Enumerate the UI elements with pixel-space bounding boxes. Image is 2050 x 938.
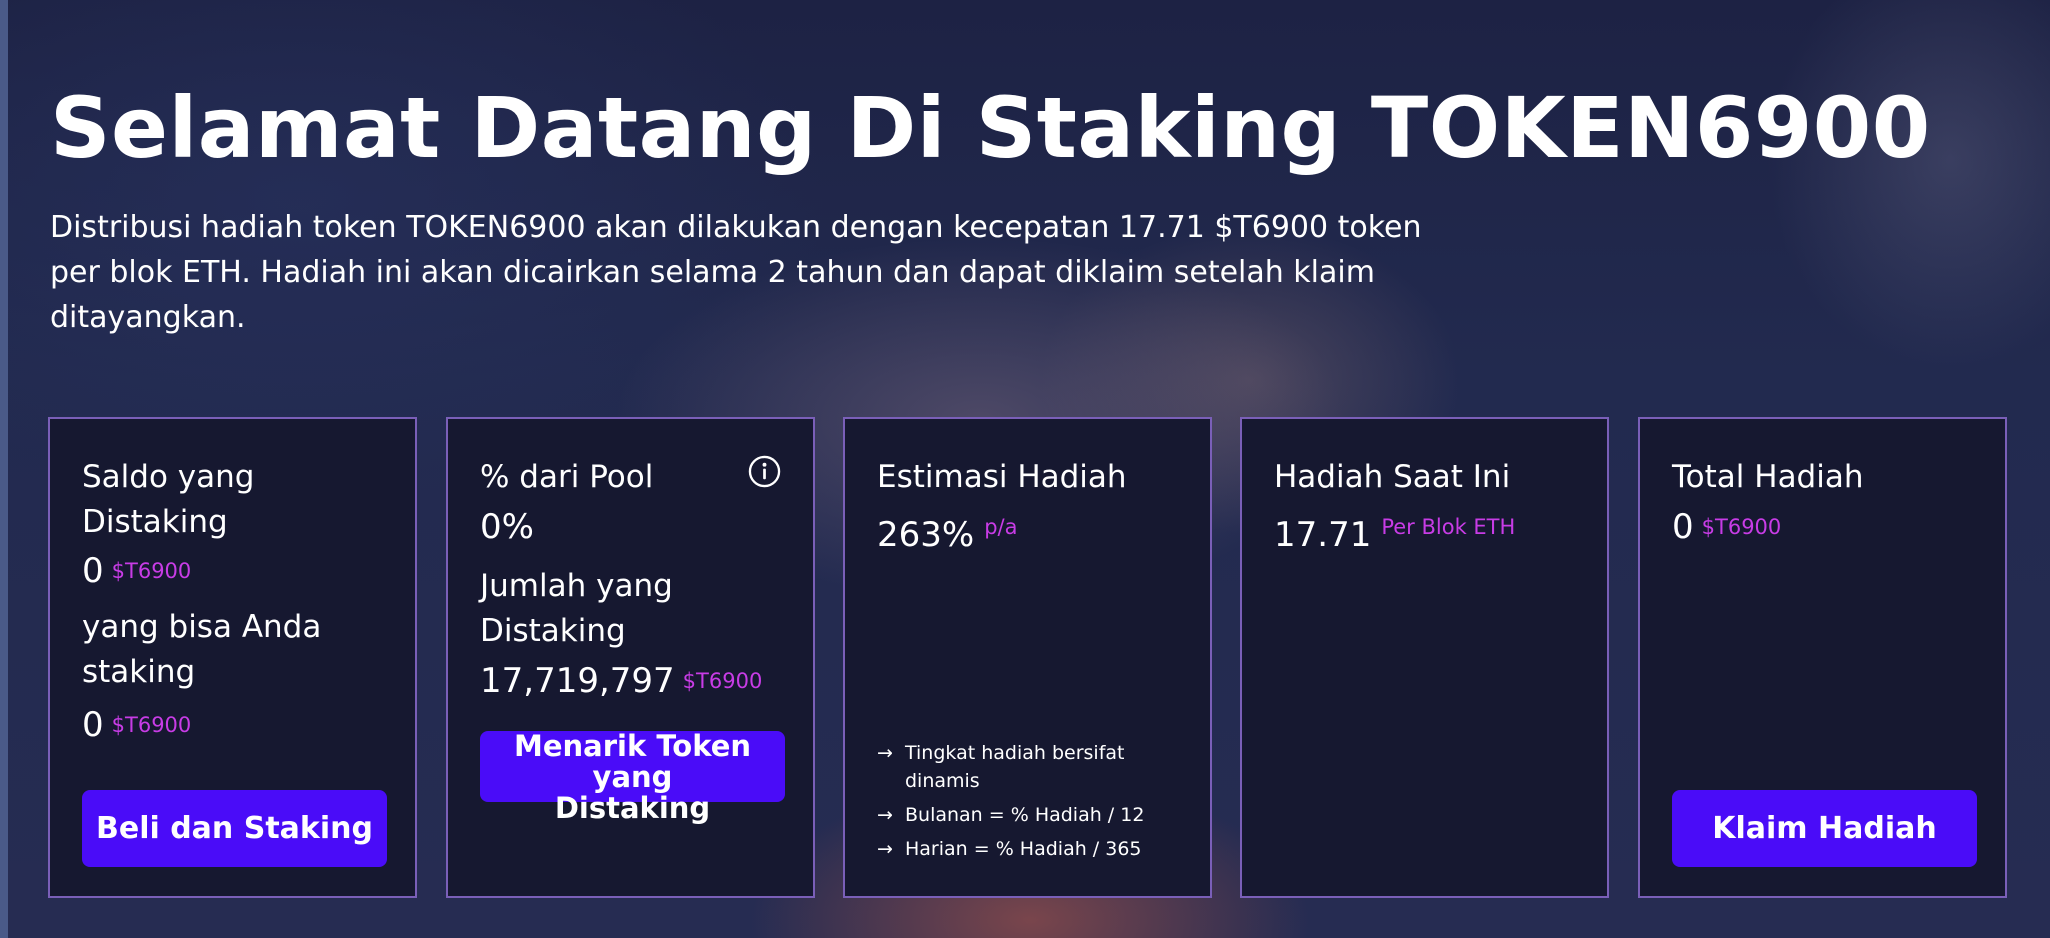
scroll-edge <box>0 0 8 938</box>
total-reward-value: 0 $T6900 <box>1672 505 1781 549</box>
current-reward-number: 17.71 <box>1274 515 1372 555</box>
total-reward-number: 0 <box>1672 507 1694 547</box>
total-staked-unit: $T6900 <box>682 669 763 693</box>
reward-note-text: Tingkat hadiah bersifat dinamis <box>905 742 1125 792</box>
total-staked-label: Jumlah yang Distaking <box>480 568 673 649</box>
stakeable-value: 0 $T6900 <box>82 703 191 747</box>
pool-share-card: % dari Pool 0% Jumlah yang Distaking 17,… <box>446 417 815 898</box>
current-reward-value: 17.71 Per Blok ETH <box>1274 505 1515 557</box>
info-icon[interactable] <box>748 455 781 488</box>
reward-note: → Bulanan = % Hadiah / 12 <box>877 801 1187 829</box>
total-reward-label: Total Hadiah <box>1672 459 1864 495</box>
estimated-reward-card: Estimasi Hadiah 263% p/a → Tingkat hadiah … <box>843 417 1212 898</box>
reward-note: → Tingkat hadiah bersifat dinamis <box>877 739 1187 795</box>
staked-balance-number: 0 <box>82 551 104 591</box>
reward-note-text: Bulanan = % Hadiah / 12 <box>905 804 1145 826</box>
reward-notes: → Tingkat hadiah bersifat dinamis → Bulana… <box>877 739 1187 869</box>
pool-share-value: 0% <box>480 507 534 547</box>
staked-balance-unit: $T6900 <box>111 559 192 583</box>
buy-and-stake-button[interactable]: Beli dan Staking <box>82 790 387 867</box>
current-reward-label: Hadiah Saat Ini <box>1274 459 1511 495</box>
pool-share-label: % dari Pool <box>480 459 654 495</box>
stakeable-label: yang bisa Anda staking <box>82 609 322 690</box>
staked-balance-value: 0 $T6900 <box>82 549 191 593</box>
claim-reward-button[interactable]: Klaim Hadiah <box>1672 790 1977 867</box>
total-reward-unit: $T6900 <box>1701 515 1782 539</box>
staked-balance-label: Saldo yang Distaking <box>82 459 255 540</box>
current-reward-card: Hadiah Saat Ini 17.71 Per Blok ETH <box>1240 417 1609 898</box>
page-title: Selamat Datang Di Staking TOKEN6900 <box>50 79 1931 177</box>
arrow-right-icon: → <box>877 742 893 764</box>
intro-text: Distribusi hadiah token TOKEN6900 akan d… <box>50 210 1422 335</box>
current-reward-unit: Per Blok ETH <box>1381 515 1516 539</box>
estimated-reward-unit: p/a <box>984 515 1018 539</box>
arrow-right-icon: → <box>877 838 893 860</box>
stakeable-number: 0 <box>82 705 104 745</box>
total-staked-number: 17,719,797 <box>480 661 675 701</box>
withdraw-staked-button[interactable]: Menarik Token yang Distaking <box>480 731 785 824</box>
total-reward-card: Total Hadiah 0 $T6900 Klaim Hadiah <box>1638 417 2007 898</box>
stakeable-unit: $T6900 <box>111 713 192 737</box>
total-staked-value: 17,719,797 $T6900 <box>480 659 762 703</box>
staked-balance-card: Saldo yang Distaking 0 $T6900 yang bisa A… <box>48 417 417 898</box>
estimated-reward-value: 263% p/a <box>877 505 1017 557</box>
arrow-right-icon: → <box>877 804 893 826</box>
estimated-reward-number: 263% <box>877 515 975 555</box>
reward-note: → Harian = % Hadiah / 365 <box>877 835 1187 863</box>
estimated-reward-label: Estimasi Hadiah <box>877 459 1127 495</box>
reward-note-text: Harian = % Hadiah / 365 <box>905 838 1142 860</box>
